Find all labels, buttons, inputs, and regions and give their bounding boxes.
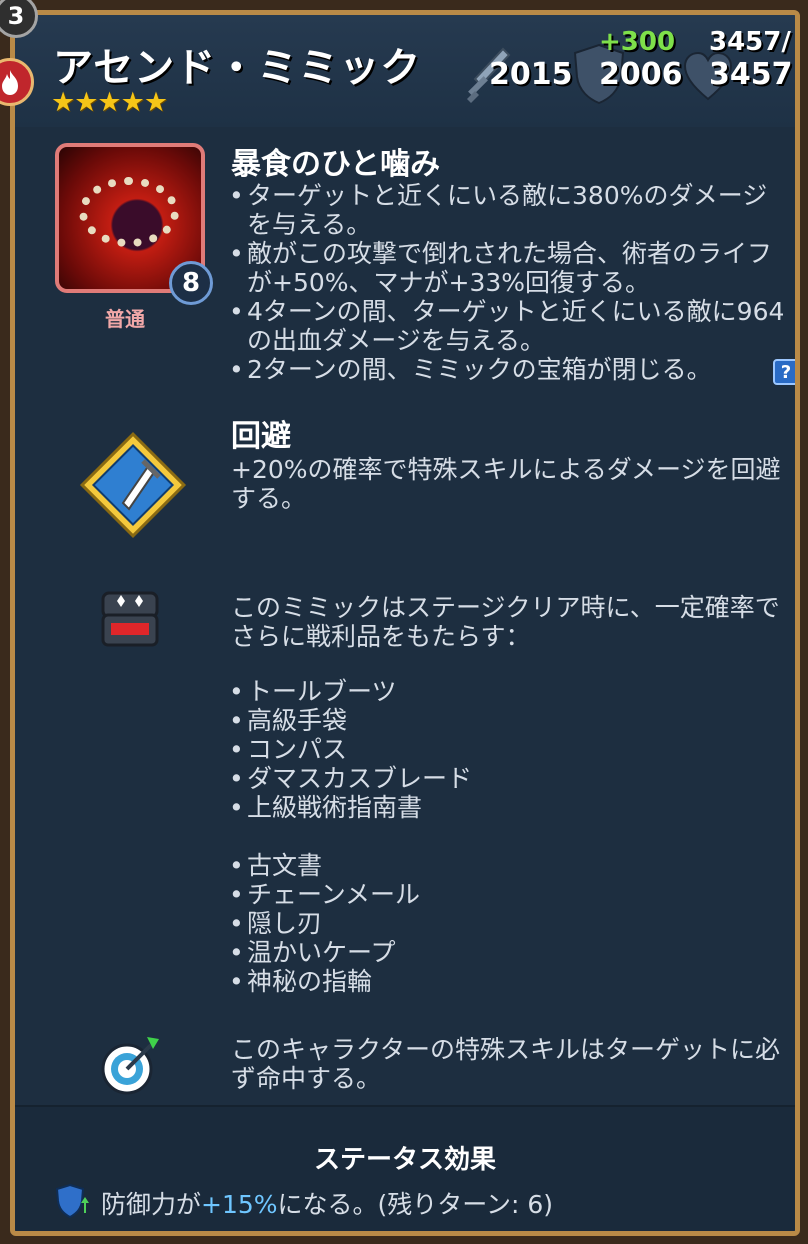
list-item: ダマスカスブレード — [229, 764, 729, 793]
defense-value: 2006 — [599, 57, 683, 92]
dagger-icon — [79, 431, 187, 539]
mimic-teeth-art — [79, 177, 179, 247]
dodge-skill-title: 回避 — [231, 419, 291, 454]
loot-list-a: トールブーツ 高級手袋 コンパス ダマスカスブレード 上級戦術指南書 — [229, 677, 729, 822]
rarity-label: 普通 — [105, 307, 145, 331]
dodge-skill-description: +20%の確率で特殊スキルによるダメージを回避する。 — [231, 455, 781, 513]
health-max: 3457 — [709, 57, 793, 92]
list-item: チェーンメール — [229, 880, 729, 909]
status-value: +15% — [201, 1190, 278, 1219]
health-current: 3457/ — [709, 27, 791, 57]
list-item: 敵がこの攻撃で倒れされた場合、術者のライフが+50%、マナが+33%回復する。 — [229, 239, 789, 297]
target-icon — [101, 1037, 159, 1095]
attack-value: 2015 — [489, 57, 573, 92]
chest-icon — [101, 591, 159, 647]
loot-description: このミミックはステージクリア時に、一定確率でさらに戦利品をもたらす： — [231, 593, 780, 651]
list-item: 上級戦術指南書 — [229, 793, 729, 822]
star-rating: ★★★★★ — [51, 87, 168, 118]
list-item: トールブーツ — [229, 677, 729, 706]
skill-rank-badge: 8 — [169, 261, 213, 305]
list-item: 4ターンの間、ターゲットと近くにいる敵に964の出血ダメージを与える。 — [229, 297, 789, 355]
hero-info-panel: アセンド・ミミック ★★★★★ 2015 +300 2006 3457/ 345… — [10, 10, 800, 1236]
list-item: 高級手袋 — [229, 706, 729, 735]
list-item: 隠し刃 — [229, 909, 729, 938]
list-item: ターゲットと近くにいる敵に380%のダメージを与える。 — [229, 181, 789, 239]
loot-list-b: 古文書 チェーンメール 隠し刃 温かいケープ 神秘の指輪 — [229, 851, 729, 996]
help-button[interactable]: ? — [773, 359, 795, 385]
fire-glyph — [2, 70, 18, 95]
status-text-after: になる。(残りターン: 6) — [277, 1190, 554, 1219]
list-item: 神秘の指輪 — [229, 967, 729, 996]
panel-header: アセンド・ミミック ★★★★★ 2015 +300 2006 3457/ 345… — [15, 15, 795, 127]
hero-name: アセンド・ミミック — [53, 45, 422, 91]
status-text-before: 防御力が — [101, 1190, 202, 1219]
accuracy-description: このキャラクターの特殊スキルはターゲットに必ず命中する。 — [231, 1035, 781, 1093]
special-skill-title: 暴食のひと噛み — [231, 147, 441, 182]
shield-up-icon — [55, 1183, 89, 1219]
defense-bonus: +300 — [599, 27, 676, 57]
status-effect-text: 防御力が+15%になる。(残りターン: 6) — [101, 1185, 553, 1221]
list-item: コンパス — [229, 735, 729, 764]
status-effects-title: ステータス効果 — [313, 1145, 496, 1175]
list-item: 古文書 — [229, 851, 729, 880]
special-skill-effects: ターゲットと近くにいる敵に380%のダメージを与える。 敵がこの攻撃で倒れされた… — [229, 181, 789, 384]
list-item: 温かいケープ — [229, 938, 729, 967]
list-item: 2ターンの間、ミミックの宝箱が閉じる。 — [229, 355, 789, 384]
